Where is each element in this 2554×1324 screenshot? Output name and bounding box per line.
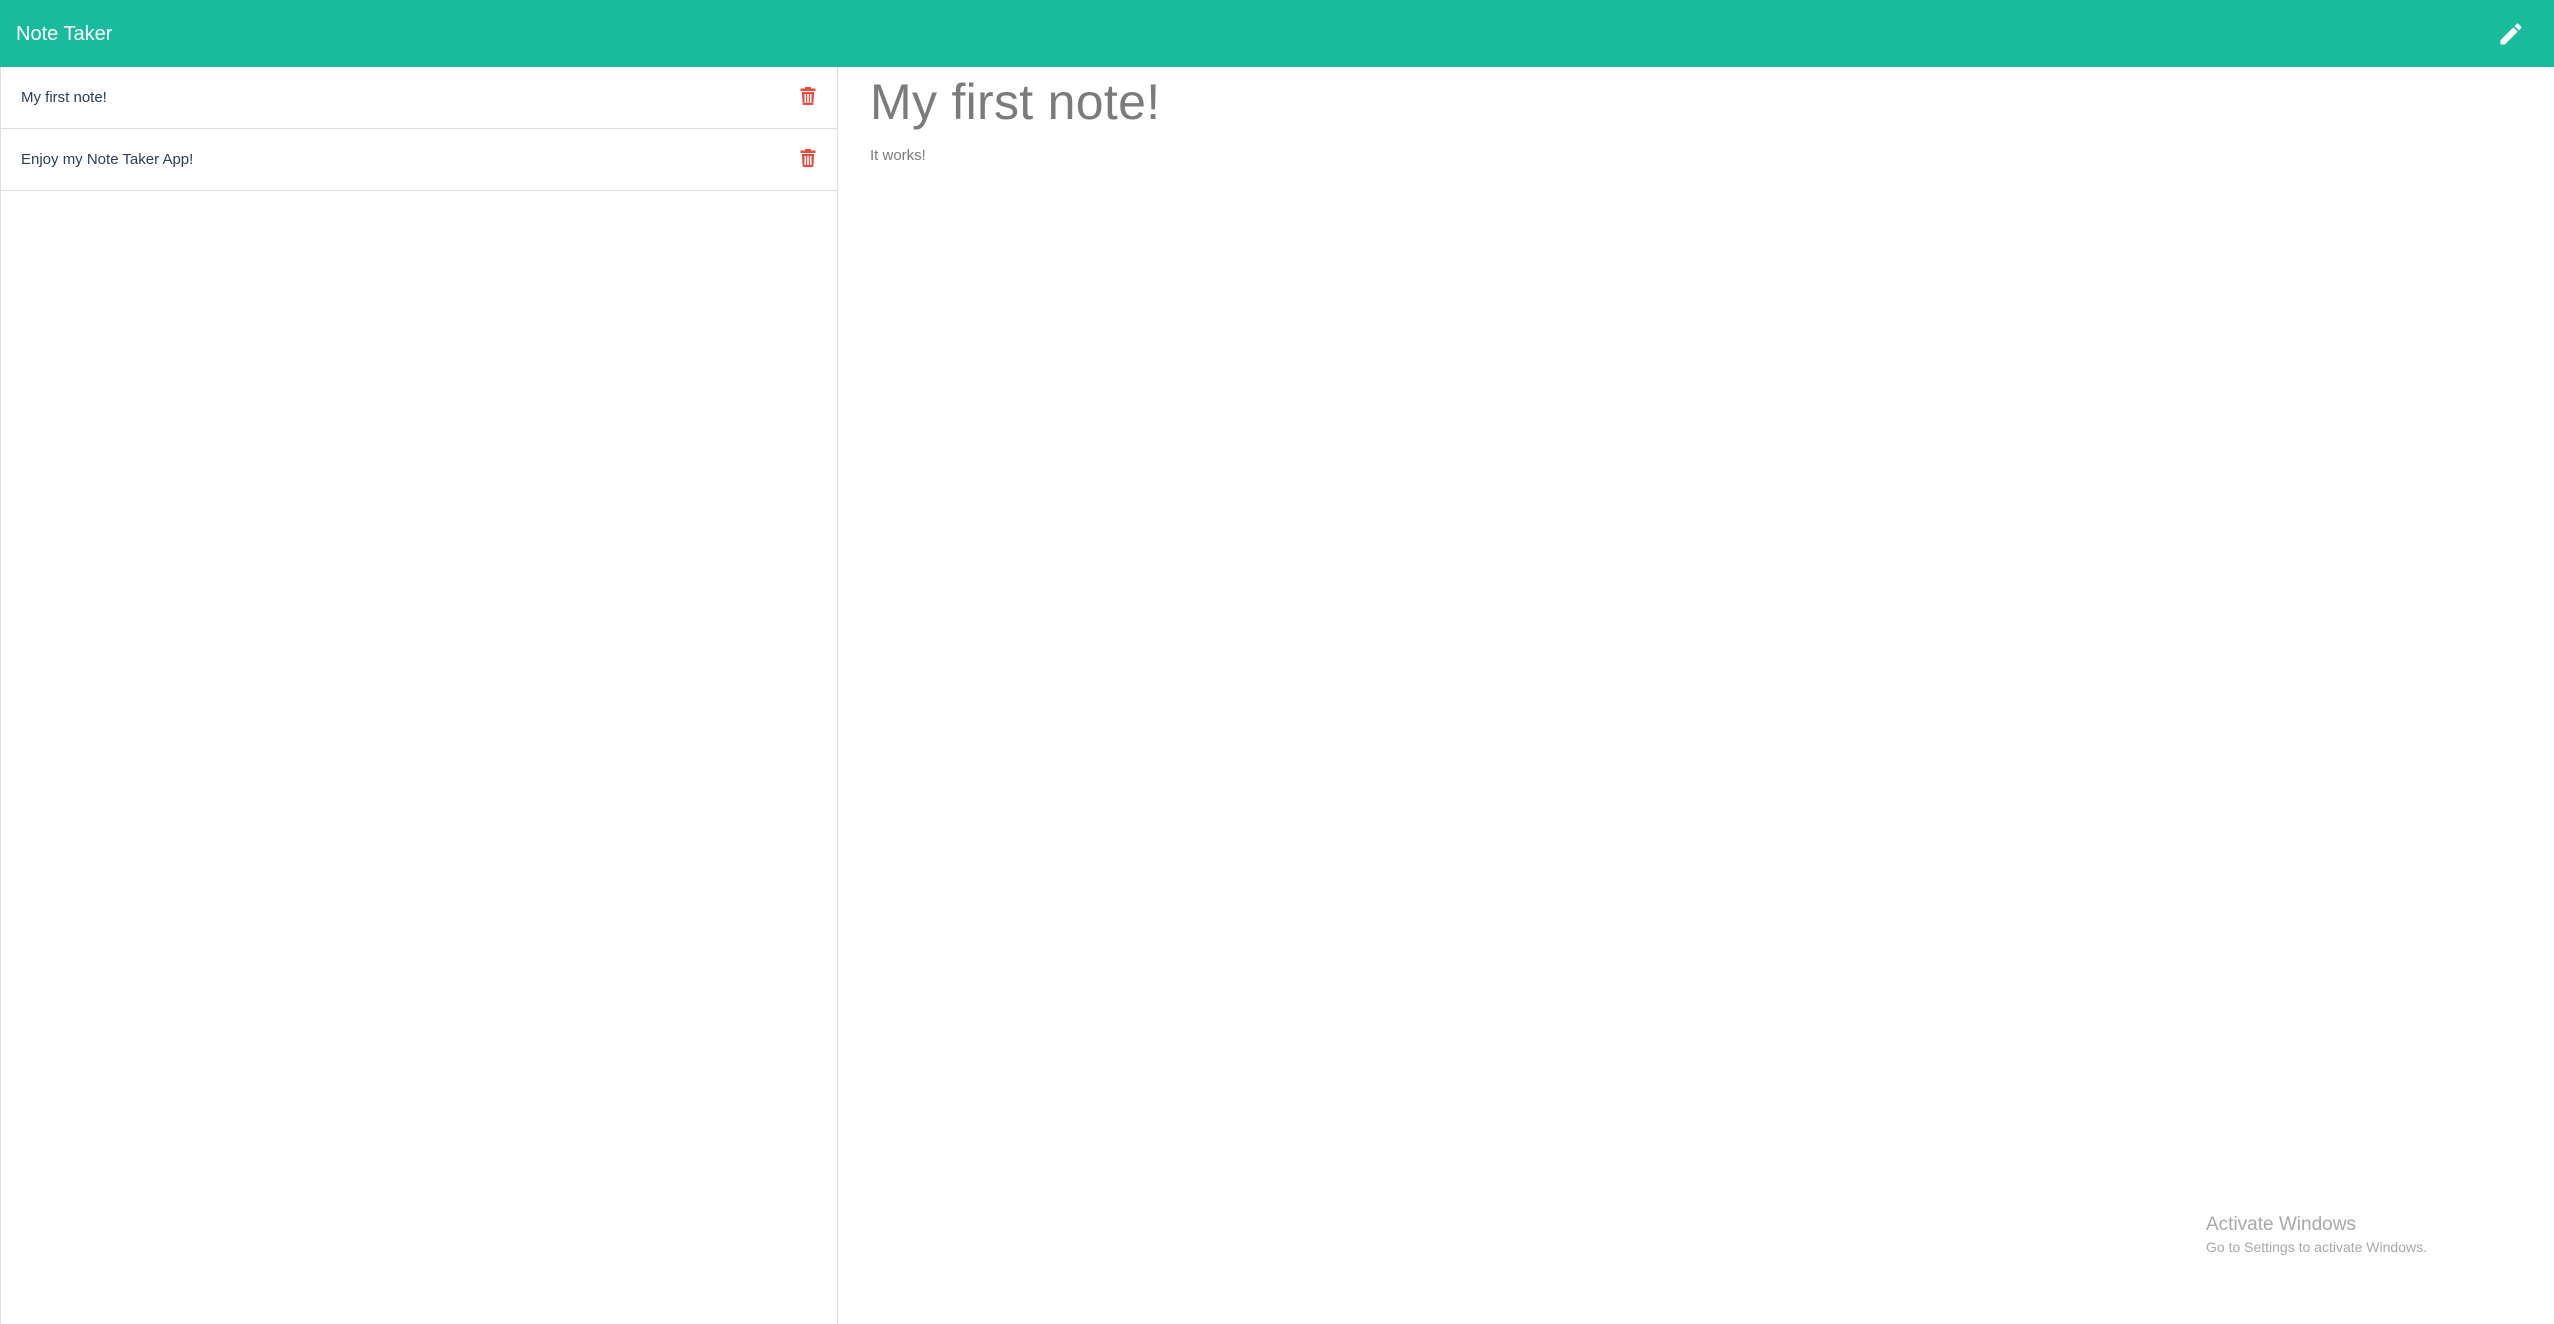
note-list: My first note! Enjoy my Note Taker App! bbox=[1, 67, 837, 191]
note-list-item[interactable]: Enjoy my Note Taker App! bbox=[1, 129, 837, 191]
note-list-item-title[interactable]: Enjoy my Note Taker App! bbox=[21, 151, 193, 168]
pencil-icon bbox=[2500, 22, 2522, 44]
note-text-display[interactable]: It works! bbox=[870, 147, 926, 164]
notes-sidebar: My first note! Enjoy my Note Taker App! bbox=[0, 67, 838, 1324]
new-note-button[interactable] bbox=[2494, 17, 2528, 51]
delete-note-button[interactable] bbox=[797, 145, 819, 171]
trash-icon bbox=[800, 148, 816, 167]
watermark-subtitle: Go to Settings to activate Windows. bbox=[2206, 1238, 2427, 1255]
note-list-item[interactable]: My first note! bbox=[1, 67, 837, 129]
watermark-title: Activate Windows bbox=[2206, 1214, 2356, 1235]
navbar: Note Taker bbox=[0, 0, 2554, 67]
windows-activation-watermark: Activate Windows Go to Settings to activ… bbox=[2206, 1214, 2427, 1257]
note-title-display[interactable]: My first note! bbox=[870, 73, 1160, 131]
note-list-item-title[interactable]: My first note! bbox=[21, 89, 107, 106]
note-view: My first note! It works! bbox=[838, 67, 2554, 1324]
app-brand[interactable]: Note Taker bbox=[16, 24, 112, 44]
delete-note-button[interactable] bbox=[797, 83, 819, 109]
trash-icon bbox=[800, 86, 816, 105]
